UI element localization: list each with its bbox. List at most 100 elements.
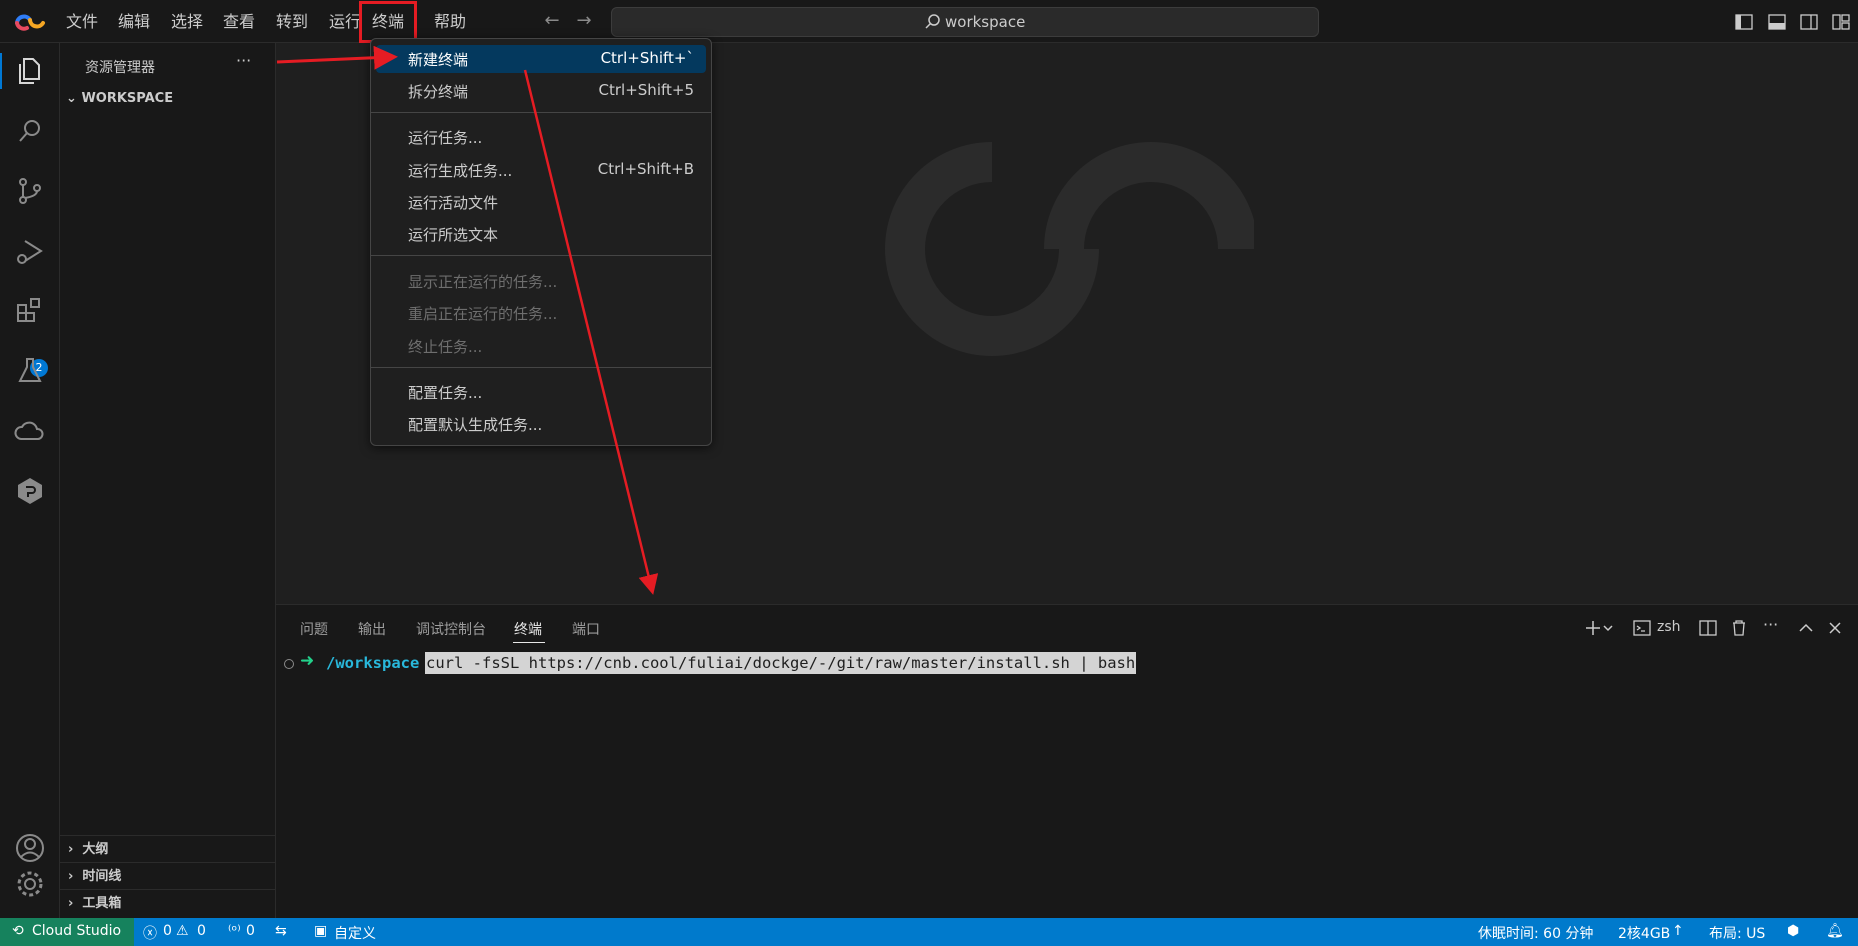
- customize-label[interactable]: 自定义: [334, 923, 376, 943]
- tab-ports[interactable]: 端口: [572, 619, 600, 639]
- cloud-icon[interactable]: [12, 413, 48, 449]
- menu-help[interactable]: 帮助: [432, 0, 468, 43]
- menu-terminal[interactable]: 终端: [359, 1, 418, 43]
- tab-terminal[interactable]: 终端: [514, 619, 542, 639]
- menu-item-label: 拆分终端: [408, 83, 469, 101]
- workspace-label: WORKSPACE: [81, 91, 174, 106]
- more-actions-icon[interactable]: ···: [1763, 615, 1778, 634]
- menu-item-label: 终止任务...: [408, 338, 483, 356]
- notifications-bell-icon[interactable]: 🔔︎: [1826, 923, 1844, 939]
- title-bar: 文件 编辑 选择 查看 转到 运行 终端 帮助 ← → workspace: [0, 0, 1858, 43]
- close-panel-icon[interactable]: [1824, 617, 1846, 639]
- active-indicator: [0, 53, 2, 89]
- workspace-folder-header[interactable]: ⌄ WORKSPACE: [66, 91, 173, 106]
- menu-file[interactable]: 文件: [64, 0, 100, 43]
- idle-time[interactable]: 休眠时间: 60 分钟: [1478, 923, 1593, 943]
- extensions-icon[interactable]: [12, 293, 48, 329]
- terminal-shell-name[interactable]: zsh: [1657, 619, 1681, 635]
- search-icon: [925, 14, 940, 29]
- menu-item-run-build-task[interactable]: 运行生成任务... Ctrl+Shift+B: [376, 156, 706, 184]
- menu-item-label: 新建终端: [408, 51, 469, 69]
- terminal-status-dot: [284, 659, 294, 669]
- cloud-studio-watermark-icon: [885, 142, 1254, 356]
- machine-spec[interactable]: 2核4GB: [1618, 923, 1670, 943]
- command-center-search[interactable]: workspace: [611, 7, 1319, 37]
- menu-item-shortcut: Ctrl+Shift+`: [600, 49, 694, 67]
- terminal-shell-icon[interactable]: [1631, 617, 1653, 639]
- remote-indicator[interactable]: ⟲ Cloud Studio: [0, 918, 134, 946]
- bottom-panel: 问题 输出 调试控制台 终端 端口 zsh ··· ➜ /workspace c…: [276, 604, 1858, 918]
- ports-count[interactable]: 0: [246, 923, 255, 939]
- menu-selection[interactable]: 选择: [169, 0, 205, 43]
- search-text: workspace: [945, 13, 1026, 31]
- more-actions-icon[interactable]: ···: [236, 51, 251, 70]
- source-control-icon[interactable]: [12, 173, 48, 209]
- customize-layout-icon[interactable]: [1831, 12, 1851, 32]
- menu-item-run-selected-text[interactable]: 运行所选文本: [376, 220, 706, 248]
- split-terminal-icon[interactable]: [1697, 617, 1719, 639]
- keyboard-layout[interactable]: 布局: US: [1709, 923, 1765, 943]
- nav-forward-icon[interactable]: →: [573, 10, 595, 32]
- section-timeline[interactable]: › 时间线: [60, 862, 276, 889]
- files-icon[interactable]: [12, 53, 48, 89]
- errors-count[interactable]: 0: [163, 923, 172, 939]
- section-toolbox[interactable]: › 工具箱: [60, 889, 276, 916]
- menu-item-label: 运行所选文本: [408, 226, 499, 244]
- menu-item-label: 配置默认生成任务...: [408, 416, 543, 434]
- prompt-cwd: /workspace: [326, 654, 420, 672]
- search-icon[interactable]: [12, 113, 48, 149]
- trash-icon[interactable]: [1728, 617, 1750, 639]
- menu-edit[interactable]: 编辑: [116, 0, 152, 43]
- toggle-panel-icon[interactable]: [1767, 12, 1787, 32]
- customize-icon[interactable]: ▣: [314, 923, 327, 939]
- menu-item-label: 配置任务...: [408, 384, 483, 402]
- chevron-right-icon: ›: [68, 842, 74, 857]
- cloud-studio-logo-icon: [15, 14, 45, 31]
- menu-separator: [371, 367, 711, 368]
- run-debug-icon[interactable]: [12, 233, 48, 269]
- settings-gear-icon[interactable]: [12, 866, 48, 902]
- menu-item-run-active-file[interactable]: 运行活动文件: [376, 188, 706, 216]
- package-icon[interactable]: ⬢: [1787, 923, 1799, 939]
- toggle-primary-sidebar-icon[interactable]: [1734, 12, 1754, 32]
- menu-item-restart-running-task: 重启正在运行的任务...: [376, 299, 706, 327]
- section-outline-label: 大纲: [82, 842, 109, 857]
- menu-item-new-terminal[interactable]: 新建终端 Ctrl+Shift+`: [376, 45, 706, 73]
- account-icon[interactable]: [12, 830, 48, 866]
- chevron-down-icon: ⌄: [66, 91, 77, 106]
- testing-icon[interactable]: [12, 353, 48, 389]
- warnings-icon[interactable]: ⚠: [176, 923, 189, 939]
- warnings-count[interactable]: 0: [197, 923, 206, 939]
- menu-item-run-task[interactable]: 运行任务...: [376, 123, 706, 151]
- menu-item-show-running-tasks: 显示正在运行的任务...: [376, 267, 706, 295]
- menu-item-terminate-task: 终止任务...: [376, 332, 706, 360]
- tab-debug-console[interactable]: 调试控制台: [416, 619, 486, 639]
- toggle-secondary-sidebar-icon[interactable]: [1799, 12, 1819, 32]
- tab-output[interactable]: 输出: [358, 619, 386, 639]
- menu-item-split-terminal[interactable]: 拆分终端 Ctrl+Shift+5: [376, 77, 706, 105]
- menu-item-label: 运行生成任务...: [408, 162, 513, 180]
- debug-icon[interactable]: ⇆: [275, 923, 287, 939]
- terminal-menu-dropdown: 新建终端 Ctrl+Shift+` 拆分终端 Ctrl+Shift+5 运行任务..…: [370, 38, 712, 446]
- menu-item-label: 重启正在运行的任务...: [408, 305, 558, 323]
- maximize-panel-chevron-up-icon[interactable]: [1795, 617, 1817, 639]
- package-icon[interactable]: [12, 473, 48, 509]
- menu-item-configure-tasks[interactable]: 配置任务...: [376, 378, 706, 406]
- chevron-down-icon[interactable]: [1601, 617, 1615, 639]
- section-timeline-label: 时间线: [82, 869, 122, 884]
- menu-run[interactable]: 运行: [327, 0, 363, 43]
- section-toolbox-label: 工具箱: [82, 896, 122, 911]
- menu-separator: [371, 112, 711, 113]
- menu-item-configure-default-build-task[interactable]: 配置默认生成任务...: [376, 410, 706, 438]
- upgrade-arrow-icon[interactable]: ↑: [1672, 923, 1684, 939]
- nav-back-icon[interactable]: ←: [541, 10, 563, 32]
- ports-icon[interactable]: ⁽ᵒ⁾: [228, 923, 241, 939]
- status-bar: ⟲ Cloud Studio ⓧ 0 ⚠ 0 ⁽ᵒ⁾ 0 ⇆ ▣ 自定义 休眠时…: [0, 918, 1858, 946]
- tab-problems[interactable]: 问题: [300, 619, 328, 639]
- terminal-command-text[interactable]: curl -fsSL https://cnb.cool/fuliai/dockg…: [425, 652, 1137, 674]
- menu-view[interactable]: 查看: [221, 0, 257, 43]
- menu-go[interactable]: 转到: [274, 0, 310, 43]
- active-tab-indicator: [513, 642, 545, 643]
- section-outline[interactable]: › 大纲: [60, 835, 276, 862]
- errors-icon[interactable]: ⓧ: [143, 923, 157, 943]
